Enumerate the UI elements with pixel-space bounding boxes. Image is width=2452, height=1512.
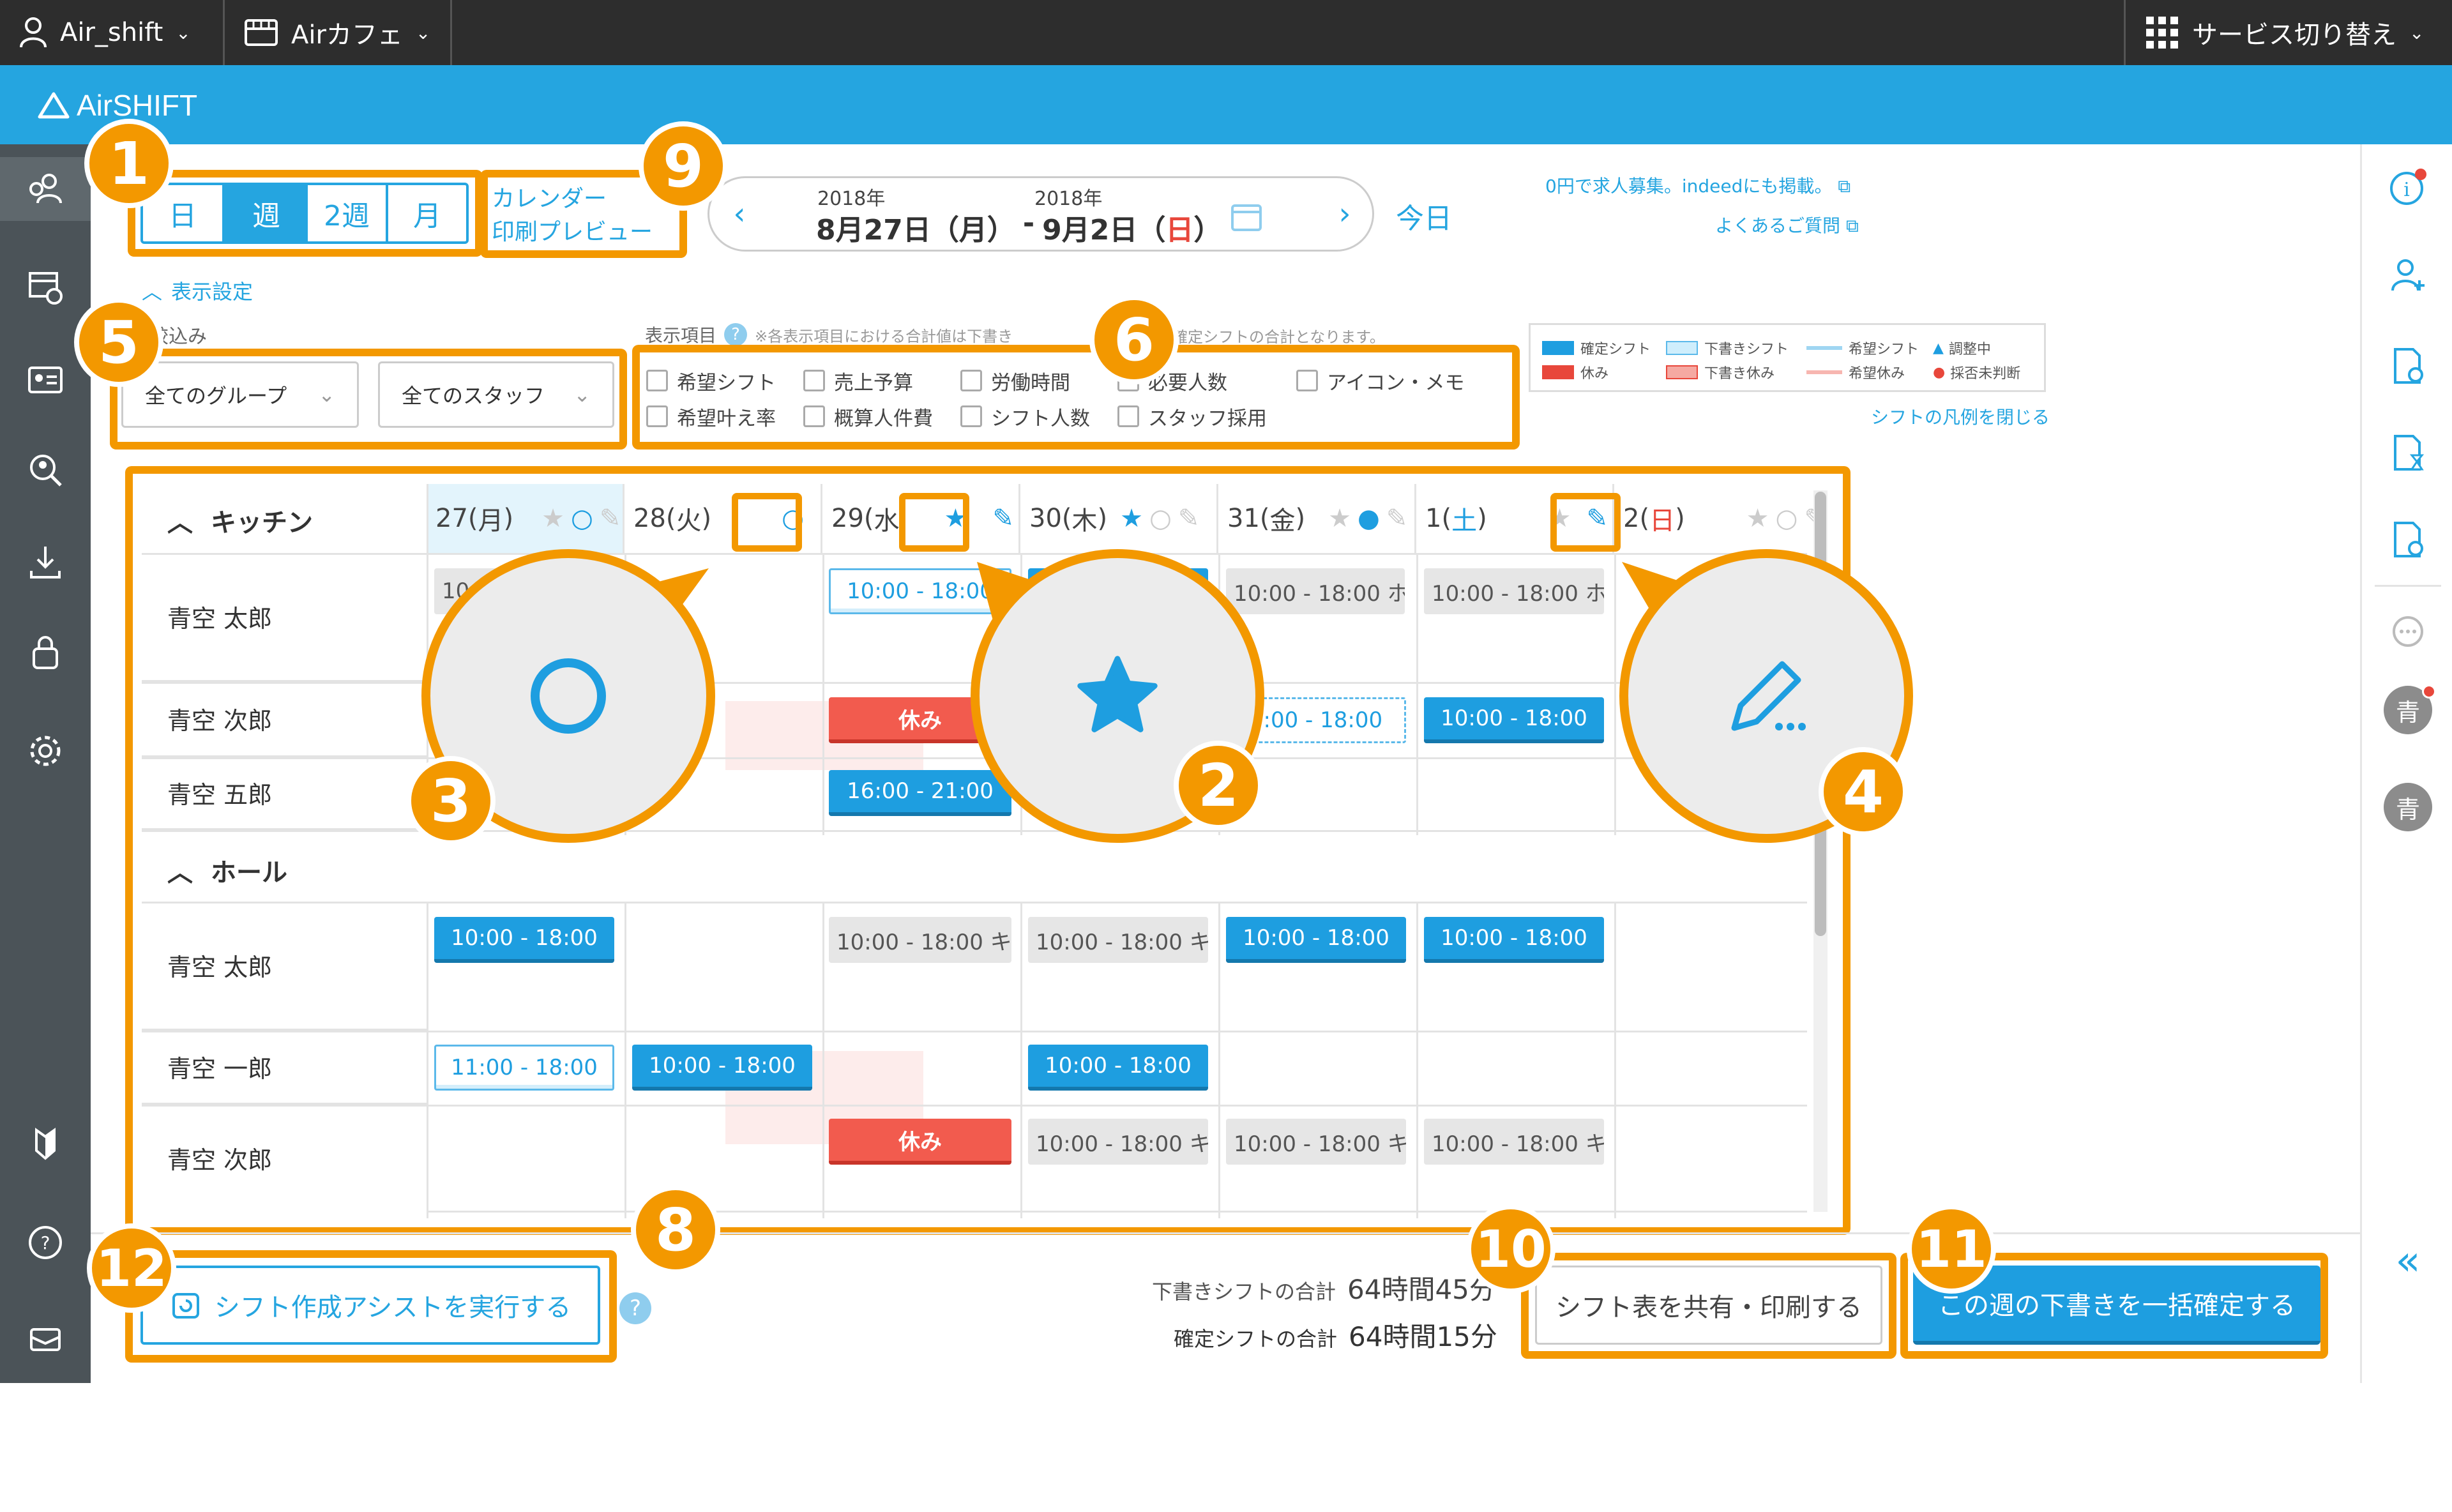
callout-badge-8: 8 [631,1185,720,1274]
callout-badge-6: 6 [1089,295,1179,384]
callout-badge-9: 9 [639,121,728,211]
callout-badge-3: 3 [406,756,496,845]
callout-frame-12 [125,1250,617,1363]
callout-badge-5: 5 [74,298,163,387]
callout-badge-1: 1 [84,119,174,208]
callout-frame-10 [1521,1253,1896,1359]
callout-badge-12: 12 [87,1223,176,1313]
callout-badge-11: 11 [1907,1204,1996,1294]
footer-divider [91,1232,2360,1234]
fixed-total-value: 64時間15分 [1349,1321,1497,1352]
help-circle-icon[interactable]: ? [619,1292,651,1324]
star-icon [1077,656,1158,732]
circle-icon [531,658,606,734]
callout-badge-10: 10 [1466,1204,1555,1294]
callout-badge-2: 2 [1174,741,1263,830]
draft-total-label: 下書きシフトの合計 [1152,1280,1336,1304]
callout-badge-4: 4 [1819,747,1908,836]
fixed-total-label: 確定シフトの合計 [1174,1327,1338,1351]
draft-total: 下書きシフトの合計 64時間45分 [1152,1268,1496,1307]
fixed-total: 確定シフトの合計 64時間15分 [1174,1315,1497,1354]
pencil-icon [1731,661,1806,731]
